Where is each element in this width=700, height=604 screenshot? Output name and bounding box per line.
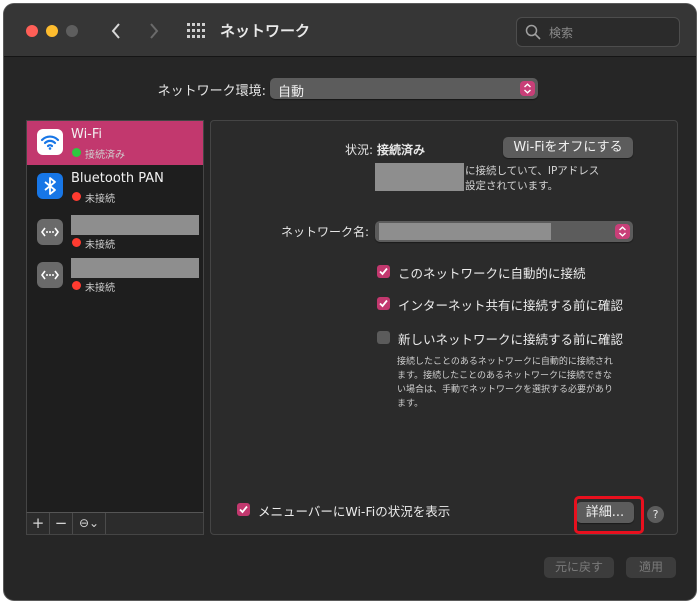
service-name: Bluetooth PAN <box>71 171 164 186</box>
status-dot-connected <box>72 148 81 157</box>
checkmark-icon <box>379 299 388 308</box>
service-status: 未接続 <box>85 194 115 205</box>
chevron-right-icon <box>150 23 159 39</box>
status-label: 状況: <box>345 143 374 157</box>
service-item-4[interactable]: 未接続 <box>27 254 203 298</box>
service-list: Wi-Fi 接続済み Bluetooth PAN 未接続 未接続 未接続 <box>26 120 204 535</box>
service-status: 未接続 <box>85 283 115 294</box>
service-item-wifi[interactable]: Wi-Fi 接続済み <box>27 121 203 165</box>
note-line: い場合は、手動でネットワークを選択する必要があり <box>397 385 614 395</box>
search-input[interactable] <box>547 22 676 44</box>
new-network-note: 接続したことのあるネットワークに自動的に接続され ます。接続したことのあるネット… <box>397 355 647 411</box>
checkmark-icon <box>379 267 388 276</box>
note-line: ます。接続したことのあるネットワークに接続できな <box>397 371 613 381</box>
status-description-line1: に接続していて、IPアドレス <box>465 165 600 177</box>
search-icon <box>525 24 541 40</box>
chevron-left-icon <box>111 23 120 39</box>
show-in-menubar-checkbox[interactable] <box>237 503 250 516</box>
ethernet-dots-icon <box>37 262 63 288</box>
forward-button[interactable] <box>142 18 166 44</box>
location-popup[interactable]: 自動 <box>270 78 538 100</box>
action-menu-button[interactable]: ⊖⌄ <box>73 513 106 534</box>
status-description-line2: 設定されています。 <box>465 180 559 192</box>
service-status: 未接続 <box>85 240 115 251</box>
apply-button[interactable]: 適用 <box>626 557 676 578</box>
redacted-service-name <box>71 215 199 235</box>
title-bar: ネットワーク <box>4 4 696 57</box>
status-dot-disconnected <box>72 192 81 201</box>
popup-arrows-icon <box>615 224 630 239</box>
service-list-controls: + − ⊖⌄ <box>26 512 204 535</box>
back-button[interactable] <box>104 18 128 44</box>
auto-join-checkbox[interactable] <box>377 265 390 278</box>
note-line: ます。 <box>397 399 424 409</box>
ethernet-dots-icon <box>37 219 63 245</box>
system-preferences-window: ネットワーク ネットワーク環境: 自動 Wi- <box>4 4 696 600</box>
wifi-detail-panel: 状況: 接続済み Wi-Fiをオフにする に接続していて、IPアドレス 設定され… <box>210 120 678 535</box>
bluetooth-icon <box>37 173 63 199</box>
service-status: 接続済み <box>85 150 125 161</box>
add-service-button[interactable]: + <box>27 513 50 534</box>
wifi-off-button[interactable]: Wi-Fiをオフにする <box>503 137 633 158</box>
note-line: 接続したことのあるネットワークに自動的に接続され <box>397 357 613 367</box>
network-name-label: ネットワーク名: <box>281 225 370 239</box>
popup-arrows-icon <box>520 81 535 96</box>
network-name-popup[interactable] <box>375 221 633 242</box>
status-dot-disconnected <box>72 238 81 247</box>
revert-button[interactable]: 元に戻す <box>544 557 614 578</box>
service-item-3[interactable]: 未接続 <box>27 211 203 255</box>
search-field[interactable] <box>516 17 680 47</box>
highlight-box <box>574 496 644 534</box>
show-in-menubar-label: メニューバーにWi-Fiの状況を表示 <box>258 504 451 519</box>
show-all-grid-icon[interactable] <box>186 22 206 40</box>
status-dot-disconnected <box>72 281 81 290</box>
redacted-service-name <box>71 258 199 278</box>
redacted-network-value <box>379 223 551 240</box>
location-value: 自動 <box>278 85 305 100</box>
new-network-confirm-label: 新しいネットワークに接続する前に確認 <box>398 332 624 347</box>
status-value: 接続済み <box>377 143 426 157</box>
new-network-confirm-checkbox[interactable] <box>377 331 390 344</box>
service-name: Wi-Fi <box>71 127 103 142</box>
hotspot-confirm-checkbox[interactable] <box>377 297 390 310</box>
remove-service-button[interactable]: − <box>50 513 73 534</box>
help-button[interactable]: ? <box>647 506 664 523</box>
wifi-icon <box>37 129 63 155</box>
zoom-window-button[interactable] <box>66 25 78 37</box>
redacted-network-name <box>375 163 464 191</box>
minimize-window-button[interactable] <box>46 25 58 37</box>
auto-join-label: このネットワークに自動的に接続 <box>398 266 586 281</box>
location-label: ネットワーク環境: <box>157 84 266 99</box>
close-window-button[interactable] <box>26 25 38 37</box>
window-title: ネットワーク <box>220 22 311 40</box>
service-item-bluetooth-pan[interactable]: Bluetooth PAN 未接続 <box>27 165 203 209</box>
hotspot-confirm-label: インターネット共有に接続する前に確認 <box>398 298 624 313</box>
checkmark-icon <box>239 505 248 514</box>
